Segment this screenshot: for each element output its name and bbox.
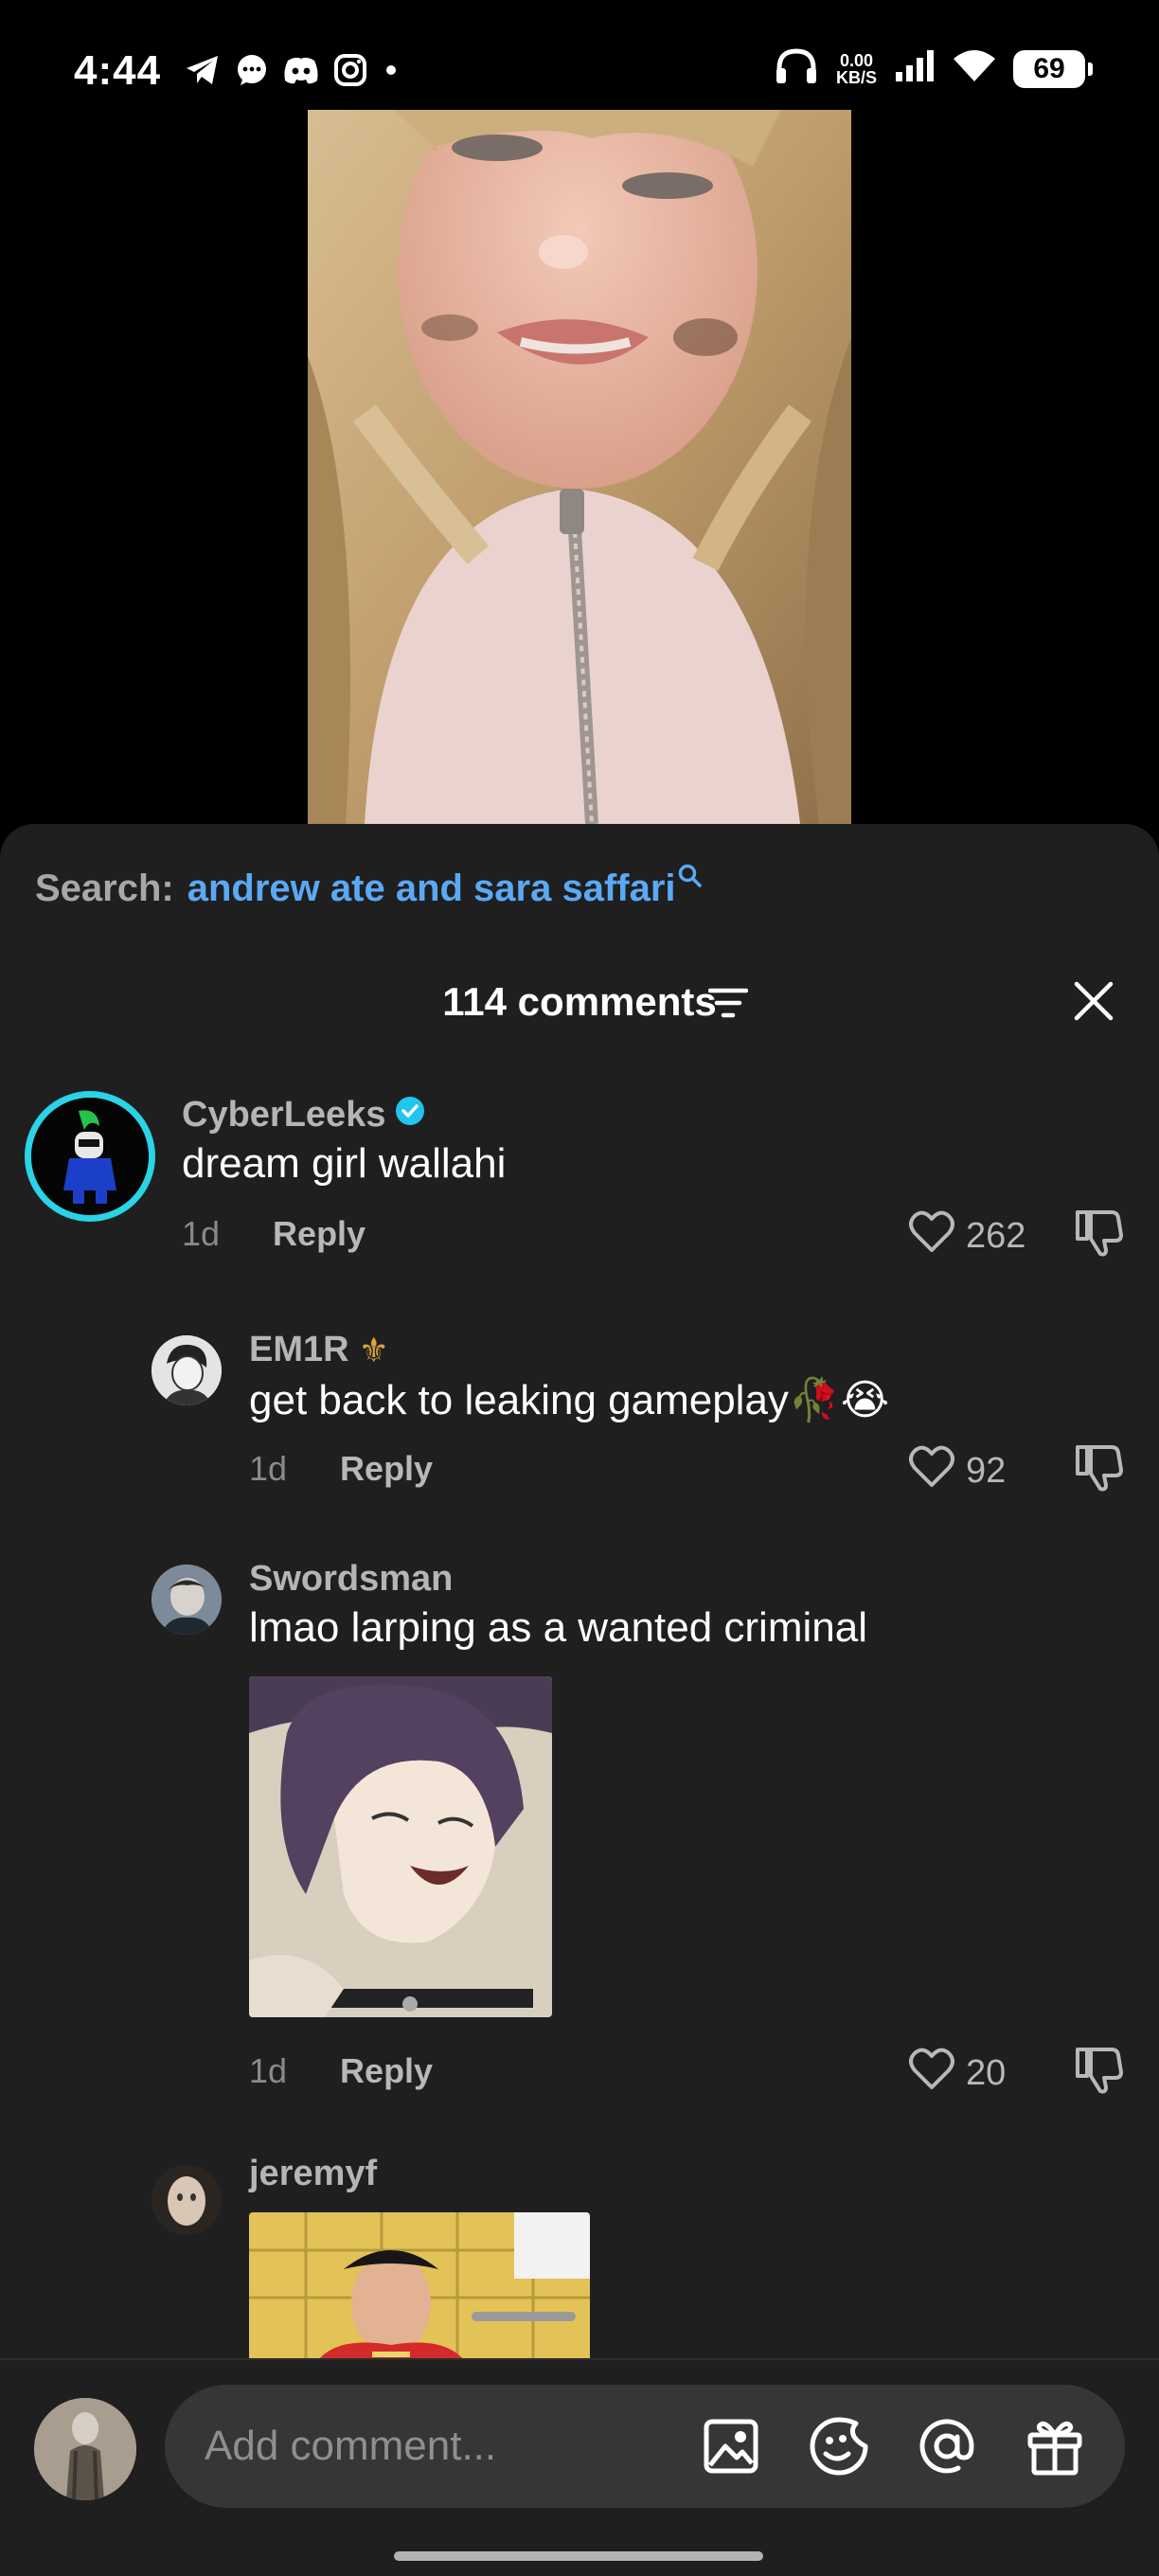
comment-meta: 1d Reply (249, 2051, 433, 2091)
comments-sheet: Search: andrew ate and sara saffari 114 … (0, 824, 1159, 2576)
reply-button[interactable]: Reply (273, 1214, 366, 1254)
system-icons: 0.00 KB/S 69 (774, 47, 1093, 90)
dislike-icon[interactable] (1074, 1443, 1123, 1497)
like-count: 92 (966, 1450, 1007, 1491)
video-player[interactable] (0, 110, 1159, 824)
notification-icons (184, 51, 396, 89)
instagram-icon (331, 51, 369, 89)
avatar[interactable] (152, 1335, 222, 1405)
battery-indicator: 69 (1013, 49, 1093, 88)
search-prefix: Search: (35, 868, 174, 909)
comment-username[interactable]: EM1R ⚜ (249, 1330, 389, 1370)
network-speed: 0.00 KB/S (836, 52, 877, 86)
search-suggestion[interactable]: Search: andrew ate and sara saffari (35, 864, 703, 910)
comment-age: 1d (249, 1449, 288, 1488)
like-button[interactable]: 92 (907, 1443, 1006, 1498)
gift-icon[interactable] (1025, 2416, 1085, 2477)
reply-button[interactable]: Reply (340, 2051, 433, 2091)
comment-composer-bar (0, 2358, 1159, 2576)
comment-text: lmao larping as a wanted criminal (249, 1604, 867, 1651)
username-text[interactable]: Swordsman (249, 1559, 453, 1600)
home-indicator[interactable] (394, 2551, 763, 2561)
heart-icon[interactable] (907, 1443, 956, 1498)
avatar-image (31, 1098, 149, 1215)
comment-username[interactable]: jeremyf (249, 2154, 377, 2194)
avatar[interactable] (152, 1565, 222, 1635)
verified-badge-icon (395, 1095, 425, 1136)
status-bar: 4:44 0.00 KB/S 69 (0, 0, 1159, 110)
telegram-icon (184, 51, 222, 89)
comment-image-attachment[interactable] (249, 2212, 590, 2364)
username-text[interactable]: CyberLeeks (182, 1095, 385, 1136)
photo-attachment-image (249, 2212, 590, 2364)
search-query-link[interactable]: andrew ate and sara saffari (187, 868, 676, 910)
comment-username[interactable]: CyberLeeks (182, 1095, 425, 1136)
comment-reply-item: jeremyf (0, 2154, 1159, 2364)
avatar-image (34, 2398, 136, 2500)
avatar[interactable] (152, 2165, 222, 2235)
comment-age: 1d (182, 1214, 221, 1253)
status-time: 4:44 (74, 47, 162, 94)
comment-item: CyberLeeks dream girl wallahi 1d Reply 2… (0, 1091, 1159, 1318)
wifi-icon (953, 49, 996, 88)
comment-username[interactable]: Swordsman (249, 1559, 453, 1600)
dislike-icon[interactable] (1074, 2046, 1123, 2100)
like-count: 20 (966, 2052, 1007, 2093)
dislike-icon[interactable] (1074, 1208, 1123, 1262)
video-thumbnail-image (308, 110, 851, 824)
reply-button[interactable]: Reply (340, 1449, 433, 1489)
search-icon (678, 855, 703, 898)
video-frame[interactable] (308, 110, 851, 824)
comment-meta: 1d Reply (182, 1214, 366, 1254)
like-button[interactable]: 262 (907, 1208, 1025, 1263)
comment-reply-item: EM1R ⚜ get back to leaking gameplay🥀😭 1d… (0, 1330, 1159, 1519)
mention-icon[interactable] (917, 2416, 977, 2477)
sort-filter-icon[interactable] (707, 987, 749, 1024)
anime-reaction-image (249, 1676, 552, 2017)
emoji-sticker-icon[interactable] (809, 2416, 869, 2477)
headphones-icon (774, 47, 819, 90)
heart-icon[interactable] (907, 1208, 956, 1263)
messages-icon (233, 51, 271, 89)
avatar-image (152, 1565, 222, 1635)
username-text[interactable]: EM1R (249, 1330, 349, 1370)
discord-icon (282, 51, 320, 89)
username-text[interactable]: jeremyf (249, 2154, 377, 2194)
add-comment-field[interactable] (165, 2385, 1125, 2508)
comment-count: 114 comments (442, 979, 717, 1024)
comment-input[interactable] (205, 2385, 678, 2508)
fleur-de-lis-badge: ⚜ (358, 1330, 389, 1369)
like-count: 262 (966, 1215, 1026, 1256)
signal-icon (894, 49, 936, 88)
comment-text: dream girl wallahi (182, 1140, 507, 1187)
avatar-image (152, 1335, 222, 1405)
comment-image-attachment[interactable] (249, 1676, 552, 2017)
comment-text: get back to leaking gameplay🥀😭 (249, 1377, 890, 1423)
comments-header: 114 comments (0, 975, 1159, 1029)
network-speed-value: 0.00 (839, 50, 874, 70)
comment-meta: 1d Reply (249, 1449, 433, 1489)
comment-age: 1d (249, 2051, 288, 2090)
comment-reply-item: Swordsman lmao larping as a wanted crimi… (0, 1559, 1159, 2094)
network-speed-unit: KB/S (835, 67, 877, 87)
more-notifications-dot (386, 65, 396, 75)
close-icon[interactable] (1072, 979, 1115, 1028)
avatar[interactable] (25, 1091, 155, 1222)
like-button[interactable]: 20 (907, 2046, 1006, 2101)
image-picker-icon[interactable] (701, 2416, 761, 2477)
heart-icon[interactable] (907, 2046, 956, 2101)
current-user-avatar[interactable] (34, 2398, 136, 2500)
avatar-image (152, 2165, 222, 2235)
